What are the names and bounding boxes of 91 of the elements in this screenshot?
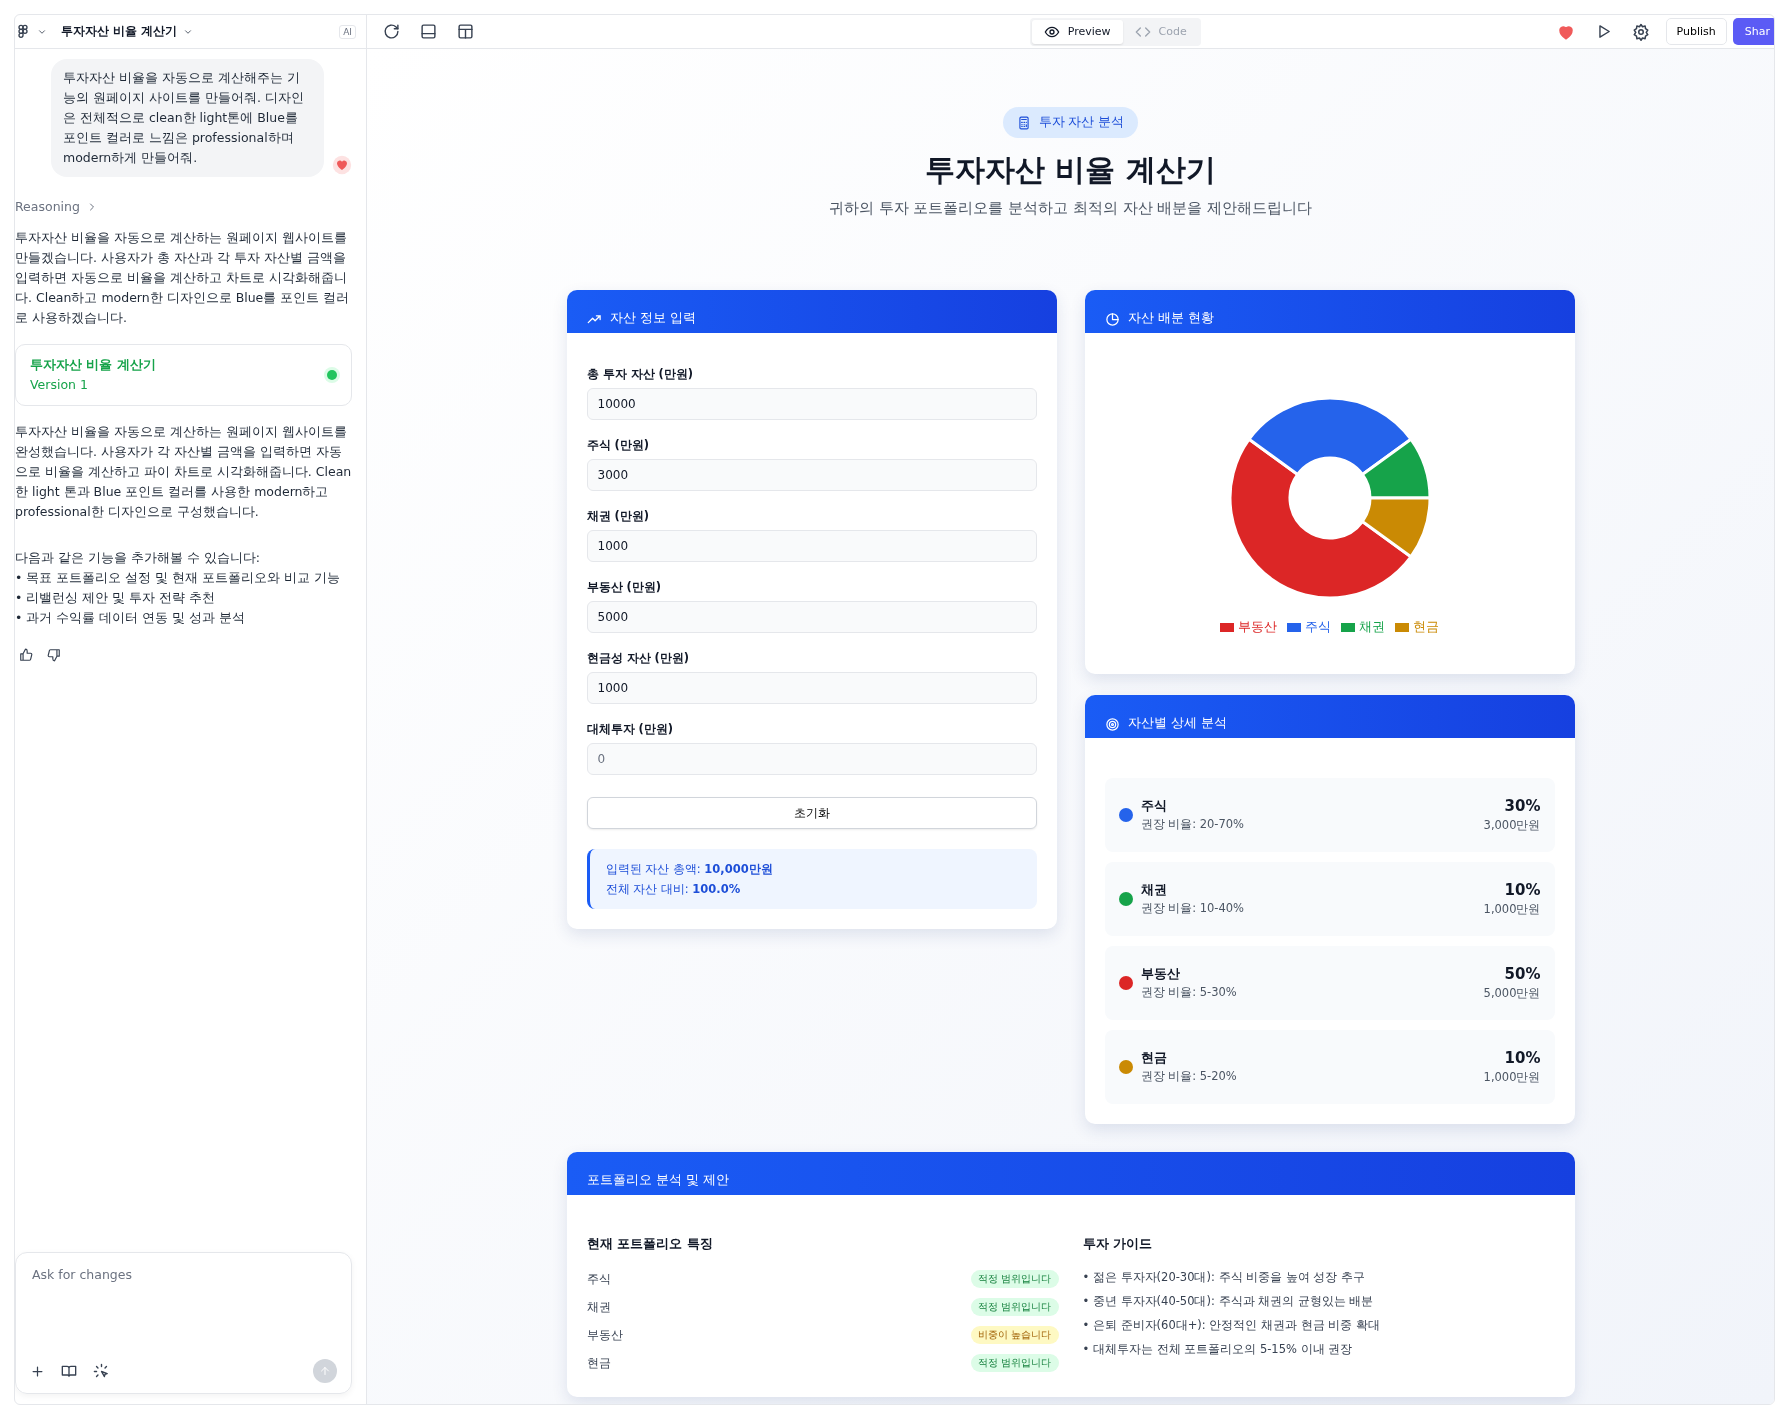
plus-icon[interactable] xyxy=(30,1363,45,1379)
legend-label: 부동산 xyxy=(1238,619,1277,636)
guide-item: • 젊은 투자자(20-30대): 주식 비중을 높여 성장 추구 xyxy=(1082,1269,1367,1286)
asset-name: 주식 xyxy=(1140,797,1168,815)
badge-label: 투자 자산 분석 xyxy=(1038,114,1125,131)
asset-name: 현금 xyxy=(586,1355,611,1371)
status-tag: 적정 범위입니다 xyxy=(971,1298,1059,1316)
card-title: 포트폴리오 분석 및 제안 xyxy=(586,1171,729,1189)
asset-percent: 30% xyxy=(1503,796,1541,816)
status-tag: 적정 범위입니다 xyxy=(971,1270,1059,1288)
legend-swatch xyxy=(1341,623,1355,632)
asset-name: 현금 xyxy=(1140,1049,1168,1067)
number-field[interactable]: 3000 xyxy=(586,459,1037,491)
field-label: 총 투자 자산 (만원) xyxy=(586,367,695,382)
guide-item: • 중년 투자자(40-50대): 주식과 채권의 균형있는 배분 xyxy=(1082,1293,1375,1310)
reset-button[interactable]: 초기화 xyxy=(586,797,1037,829)
reply-text: 투자자산 비율을 자동으로 계산하는 원페이지 웹사이트를 만들겠습니다. 사용자가 총 자산과 각 투자 자산별 금액을 입력하면 자동으로 비율을 계산하고 차트로 시각화해줍니다. Clean하고 modern한 디자인으로 Blue를 포인트 컬러로 사용하겠습니다. xyxy=(15,229,351,327)
card-title: 자산 정보 입력 xyxy=(609,309,696,327)
suggestion-item: • 과거 수익률 데이터 연동 및 성과 분석 xyxy=(15,609,247,627)
recommended-range: 권장 비율: 10-40% xyxy=(1140,900,1246,917)
share-button[interactable]: Shar xyxy=(1732,18,1774,45)
legend-swatch xyxy=(1395,623,1409,632)
section-heading: 투자 가이드 xyxy=(1082,1235,1154,1253)
artifact-title: 투자자산 비율 계산기 xyxy=(30,356,157,374)
legend-label: 주식 xyxy=(1305,619,1331,636)
number-field[interactable]: 1000 xyxy=(586,530,1037,562)
cursor-sparkle-icon[interactable] xyxy=(93,1362,110,1380)
legend-swatch xyxy=(1220,623,1234,632)
message-composer[interactable]: Ask for changes xyxy=(15,1252,352,1394)
asset-percent: 10% xyxy=(1503,1048,1541,1068)
asset-name: 주식 xyxy=(586,1271,611,1287)
field-label: 부동산 (만원) xyxy=(586,580,662,595)
reasoning-toggle[interactable]: Reasoning xyxy=(15,199,352,214)
recommended-range: 권장 비율: 5-30% xyxy=(1140,984,1238,1001)
heart-avatar-icon xyxy=(332,155,352,175)
view-tab[interactable]: Preview xyxy=(1031,19,1123,44)
asset-name: 부동산 xyxy=(1140,965,1181,983)
summary-text: 입력된 자산 총액: 10,000만원 xyxy=(605,861,774,878)
page-subtitle: 귀하의 투자 포트폴리오를 분석하고 최적의 자산 배분을 제안해드립니다 xyxy=(828,199,1313,218)
number-field[interactable]: 5000 xyxy=(586,601,1037,633)
book-icon[interactable] xyxy=(61,1363,77,1379)
legend-swatch xyxy=(1287,623,1301,632)
field-label: 대체투자 (만원) xyxy=(586,722,674,737)
user-message: 투자자산 비율을 자동으로 계산해주는 기능의 원페이지 사이트를 만들어줘. 디자인은 전체적으로 clean한 light톤에 Blue를 포인트 컬러로 느낌은 professional하며 modern하게 만들어줘. xyxy=(51,59,324,177)
publish-button[interactable]: Publish xyxy=(1665,18,1727,45)
asset-amount: 1,000만원 xyxy=(1483,1069,1541,1086)
status-tag: 적정 범위입니다 xyxy=(971,1354,1059,1372)
asset-percent: 50% xyxy=(1503,964,1541,984)
app-logo-icon[interactable] xyxy=(15,23,31,40)
reply-text: 다음과 같은 기능을 추가해볼 수 있습니다: xyxy=(15,549,262,567)
asset-amount: 3,000만원 xyxy=(1483,817,1541,834)
calculator-icon xyxy=(1016,115,1031,130)
artifact-version: Version 1 xyxy=(30,376,89,394)
guide-item: • 은퇴 준비자(60대+): 안정적인 채권과 현금 비중 확대 xyxy=(1082,1317,1381,1334)
asset-amount: 1,000만원 xyxy=(1483,901,1541,918)
thumbs-down-icon[interactable] xyxy=(47,648,61,662)
layout-icon[interactable] xyxy=(457,23,474,40)
field-label: 현금성 자산 (만원) xyxy=(586,651,691,666)
pie-chart-icon xyxy=(1104,312,1120,327)
project-title[interactable]: 투자자산 비율 계산기 xyxy=(61,23,178,40)
ai-badge[interactable]: AI xyxy=(339,24,356,39)
legend-label: 현금 xyxy=(1413,619,1439,636)
asset-name: 채권 xyxy=(1140,881,1168,899)
number-field[interactable]: 0 xyxy=(586,743,1037,775)
section-heading: 현재 포트폴리오 특징 xyxy=(586,1235,714,1253)
settings-icon[interactable] xyxy=(1631,22,1650,41)
suggestion-item: • 목표 포트폴리오 설정 및 현재 포트폴리오와 비교 기능 xyxy=(15,569,342,587)
recommended-range: 권장 비율: 20-70% xyxy=(1140,816,1246,833)
recommended-range: 권장 비율: 5-20% xyxy=(1140,1068,1238,1085)
asset-amount: 5,000만원 xyxy=(1483,985,1541,1002)
thumbs-up-icon[interactable] xyxy=(19,648,33,662)
asset-name: 채권 xyxy=(586,1299,611,1315)
card-title: 자산별 상세 분석 xyxy=(1127,714,1227,732)
suggestion-item: • 리밸런싱 제안 및 투자 전략 추천 xyxy=(15,589,217,607)
legend-label: 채권 xyxy=(1359,619,1385,636)
field-label: 주식 (만원) xyxy=(586,438,650,453)
page-title: 투자자산 비율 계산기 xyxy=(925,151,1216,189)
reload-icon[interactable] xyxy=(383,23,400,40)
asset-name: 부동산 xyxy=(586,1327,623,1343)
guide-item: • 대체투자는 전체 포트폴리오의 5-15% 이내 권장 xyxy=(1082,1341,1354,1358)
arrow-up-icon xyxy=(319,1365,331,1377)
panel-icon[interactable] xyxy=(420,23,437,40)
reply-text: 투자자산 비율을 자동으로 계산하는 원페이지 웹사이트를 완성했습니다. 사용자가 각 자산별 금액을 입력하면 자동으로 비율을 계산하고 파이 차트로 시각화해줍니다. Clean한 light 톤과 Blue 포인트 컬러를 사용한 modern하고 professional한 디자인으로 구성했습니다. xyxy=(15,423,352,521)
field-label: 채권 (만원) xyxy=(586,509,650,524)
asset-percent: 10% xyxy=(1503,880,1541,900)
number-field[interactable]: 10000 xyxy=(586,388,1037,420)
number-field[interactable]: 1000 xyxy=(586,672,1037,704)
status-tag: 비중이 높습니다 xyxy=(971,1326,1059,1344)
target-icon xyxy=(1104,717,1120,732)
summary-text: 전체 자산 대비: 100.0% xyxy=(605,881,742,898)
card-title: 자산 배분 현황 xyxy=(1127,309,1214,327)
